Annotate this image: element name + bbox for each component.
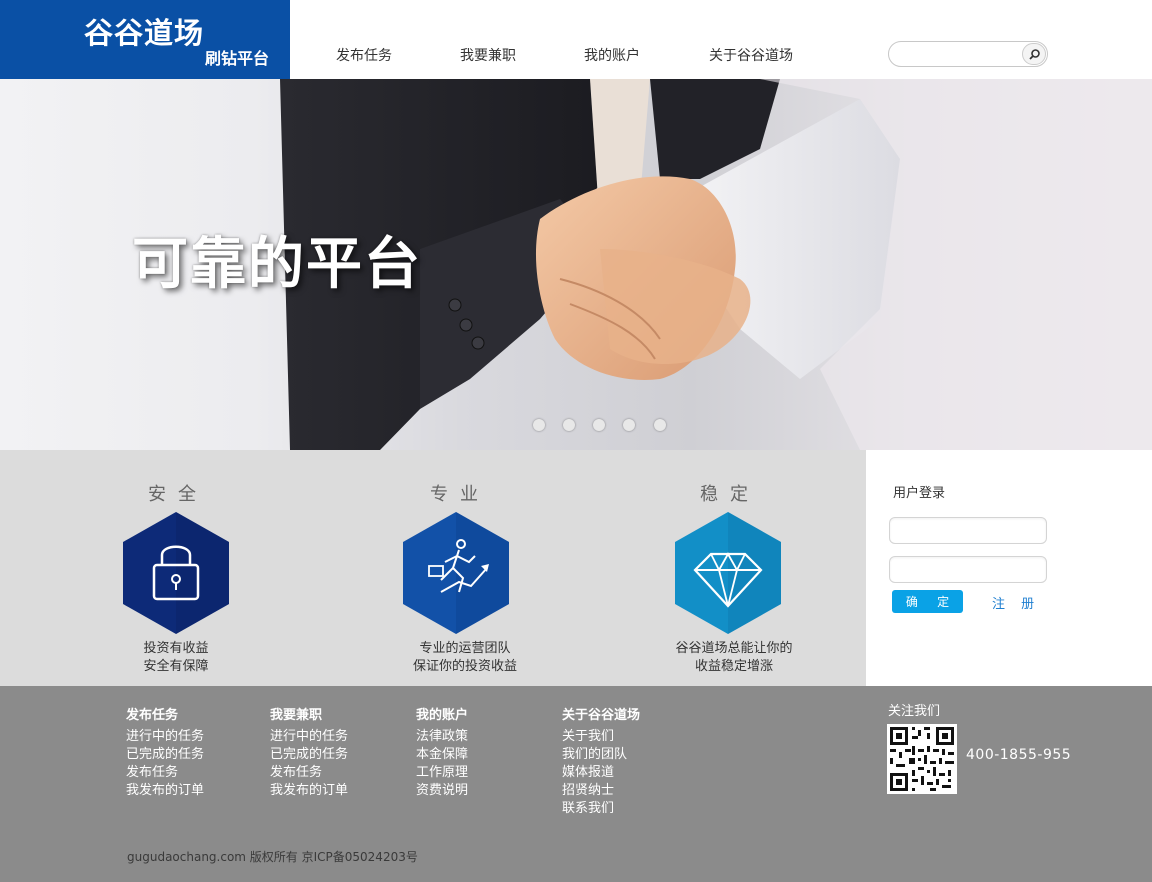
footer-col-title: 我的账户 bbox=[416, 708, 469, 723]
lock-icon bbox=[123, 512, 229, 634]
footer-link[interactable]: 我发布的订单 bbox=[126, 782, 204, 800]
footer-col-parttime: 我要兼职 进行中的任务 已完成的任务 发布任务 我发布的订单 bbox=[270, 704, 348, 800]
feature-desc-line: 投资有收益 bbox=[143, 641, 209, 656]
features-section: 安全 投资有收益 安全有保障 专业 专业的运营团队 保证你的投资收益 稳定 谷谷… bbox=[0, 450, 866, 686]
feature-desc-line: 安全有保障 bbox=[143, 659, 209, 674]
copyright-text: gugudaochang.com 版权所有 京ICP备05024203号 bbox=[127, 850, 418, 864]
site-footer: 发布任务 进行中的任务 已完成的任务 发布任务 我发布的订单 我要兼职 进行中的… bbox=[0, 686, 1152, 882]
search-button[interactable] bbox=[1022, 43, 1046, 65]
footer-link[interactable]: 招贤纳士 bbox=[562, 782, 640, 800]
footer-link[interactable]: 媒体报道 bbox=[562, 764, 640, 782]
slide-dot-4[interactable] bbox=[623, 419, 635, 431]
footer-col-title: 发布任务 bbox=[126, 708, 179, 723]
footer-col-about: 关于谷谷道场 关于我们 我们的团队 媒体报道 招贤纳士 联系我们 bbox=[562, 704, 640, 818]
feature-desc-pro: 专业的运营团队 保证你的投资收益 bbox=[365, 640, 565, 676]
footer-link[interactable]: 已完成的任务 bbox=[270, 746, 348, 764]
footer-link[interactable]: 我发布的订单 bbox=[270, 782, 348, 800]
password-field[interactable] bbox=[889, 556, 1047, 583]
footer-link[interactable]: 法律政策 bbox=[416, 728, 468, 746]
diamond-icon bbox=[675, 512, 781, 634]
feature-desc-safe: 投资有收益 安全有保障 bbox=[76, 640, 276, 676]
feature-desc-line: 收益稳定增涨 bbox=[694, 659, 773, 674]
feature-title-pro: 专业 bbox=[430, 484, 490, 505]
footer-link[interactable]: 进行中的任务 bbox=[126, 728, 204, 746]
footer-link[interactable]: 工作原理 bbox=[416, 764, 468, 782]
slide-dot-3[interactable] bbox=[593, 419, 605, 431]
nav-publish-task[interactable]: 发布任务 bbox=[336, 45, 392, 65]
register-link[interactable]: 注 册 bbox=[992, 593, 1040, 612]
footer-link[interactable]: 我们的团队 bbox=[562, 746, 640, 764]
slide-dot-2[interactable] bbox=[563, 419, 575, 431]
footer-link[interactable]: 关于我们 bbox=[562, 728, 640, 746]
footer-link[interactable]: 本金保障 bbox=[416, 746, 468, 764]
feature-desc-line: 专业的运营团队 bbox=[419, 641, 511, 656]
slide-dot-5[interactable] bbox=[654, 419, 666, 431]
login-submit-button[interactable]: 确 定 bbox=[892, 590, 963, 613]
feature-desc-line: 保证你的投资收益 bbox=[412, 659, 517, 674]
hero-banner: 可靠的平台 bbox=[0, 79, 1152, 450]
footer-col-title: 关于谷谷道场 bbox=[562, 708, 641, 723]
footer-link[interactable]: 进行中的任务 bbox=[270, 728, 348, 746]
logo-subtitle: 刷钻平台 bbox=[205, 49, 270, 68]
feature-title-safe: 安全 bbox=[148, 484, 208, 505]
follow-us-label: 关注我们 bbox=[888, 704, 941, 719]
nav-my-account[interactable]: 我的账户 bbox=[584, 45, 640, 65]
login-title: 用户登录 bbox=[893, 486, 946, 501]
contact-phone: 400-1855-955 bbox=[966, 747, 1072, 763]
footer-link[interactable]: 资费说明 bbox=[416, 782, 468, 800]
footer-link[interactable]: 发布任务 bbox=[126, 764, 204, 782]
footer-link[interactable]: 发布任务 bbox=[270, 764, 348, 782]
qr-code-icon bbox=[887, 724, 957, 794]
login-panel: 用户登录 确 定 注 册 bbox=[866, 450, 1152, 686]
footer-link[interactable]: 已完成的任务 bbox=[126, 746, 204, 764]
feature-title-stable: 稳定 bbox=[700, 484, 760, 505]
search-icon bbox=[1029, 49, 1040, 60]
nav-about[interactable]: 关于谷谷道场 bbox=[709, 45, 793, 65]
feature-desc-line: 谷谷道场总能让你的 bbox=[675, 641, 793, 656]
site-logo[interactable]: 谷谷道场 刷钻平台 bbox=[0, 0, 290, 79]
search-input[interactable] bbox=[897, 46, 1017, 62]
nav-part-time[interactable]: 我要兼职 bbox=[460, 45, 516, 65]
feature-desc-stable: 谷谷道场总能让你的 收益稳定增涨 bbox=[634, 640, 834, 676]
slide-dot-1[interactable] bbox=[533, 419, 545, 431]
runner-chart-icon bbox=[403, 512, 509, 634]
search-box bbox=[888, 41, 1048, 67]
footer-link[interactable]: 联系我们 bbox=[562, 800, 640, 818]
logo-title: 谷谷道场 bbox=[84, 16, 205, 50]
username-field[interactable] bbox=[889, 517, 1047, 544]
site-header: 谷谷道场 刷钻平台 发布任务 我要兼职 我的账户 关于谷谷道场 bbox=[0, 0, 1152, 79]
banner-slogan: 可靠的平台 bbox=[132, 232, 422, 297]
footer-col-title: 我要兼职 bbox=[270, 708, 323, 723]
footer-col-publish: 发布任务 进行中的任务 已完成的任务 发布任务 我发布的订单 bbox=[126, 704, 204, 800]
footer-col-account: 我的账户 法律政策 本金保障 工作原理 资费说明 bbox=[416, 704, 468, 800]
